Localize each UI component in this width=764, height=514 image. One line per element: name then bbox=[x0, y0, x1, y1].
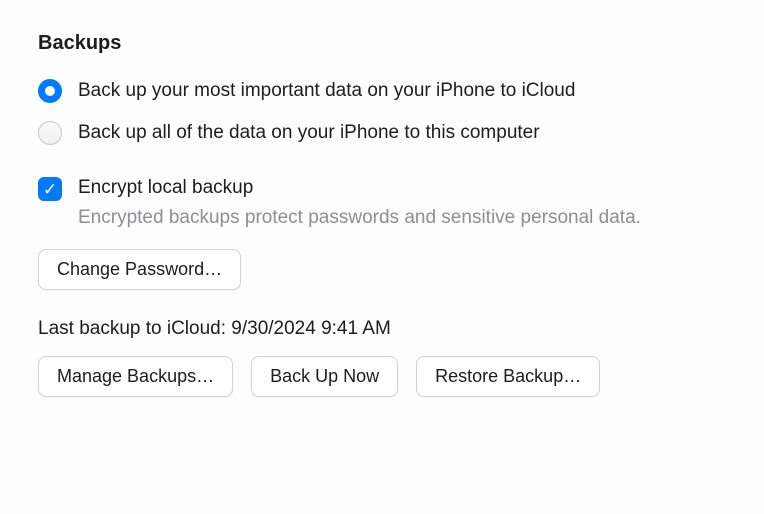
radio-computer-label: Back up all of the data on your iPhone t… bbox=[78, 122, 540, 144]
radio-selected-icon bbox=[38, 79, 62, 103]
restore-backup-button[interactable]: Restore Backup… bbox=[416, 356, 600, 397]
encrypt-description: Encrypted backups protect passwords and … bbox=[78, 207, 726, 229]
encrypt-label[interactable]: Encrypt local backup bbox=[78, 177, 253, 199]
backup-button-row: Manage Backups… Back Up Now Restore Back… bbox=[38, 356, 726, 397]
checkbox-encrypt[interactable]: ✓ bbox=[38, 177, 62, 201]
section-title: Backups bbox=[38, 32, 726, 55]
manage-backups-button[interactable]: Manage Backups… bbox=[38, 356, 233, 397]
radio-unselected-icon bbox=[38, 121, 62, 145]
radio-icloud-label: Back up your most important data on your… bbox=[78, 80, 575, 102]
radio-backup-icloud[interactable]: Back up your most important data on your… bbox=[38, 79, 726, 103]
last-backup-text: Last backup to iCloud: 9/30/2024 9:41 AM bbox=[38, 318, 726, 340]
checkmark-icon: ✓ bbox=[43, 181, 57, 198]
back-up-now-button[interactable]: Back Up Now bbox=[251, 356, 398, 397]
radio-backup-computer[interactable]: Back up all of the data on your iPhone t… bbox=[38, 121, 726, 145]
change-password-button[interactable]: Change Password… bbox=[38, 249, 241, 290]
